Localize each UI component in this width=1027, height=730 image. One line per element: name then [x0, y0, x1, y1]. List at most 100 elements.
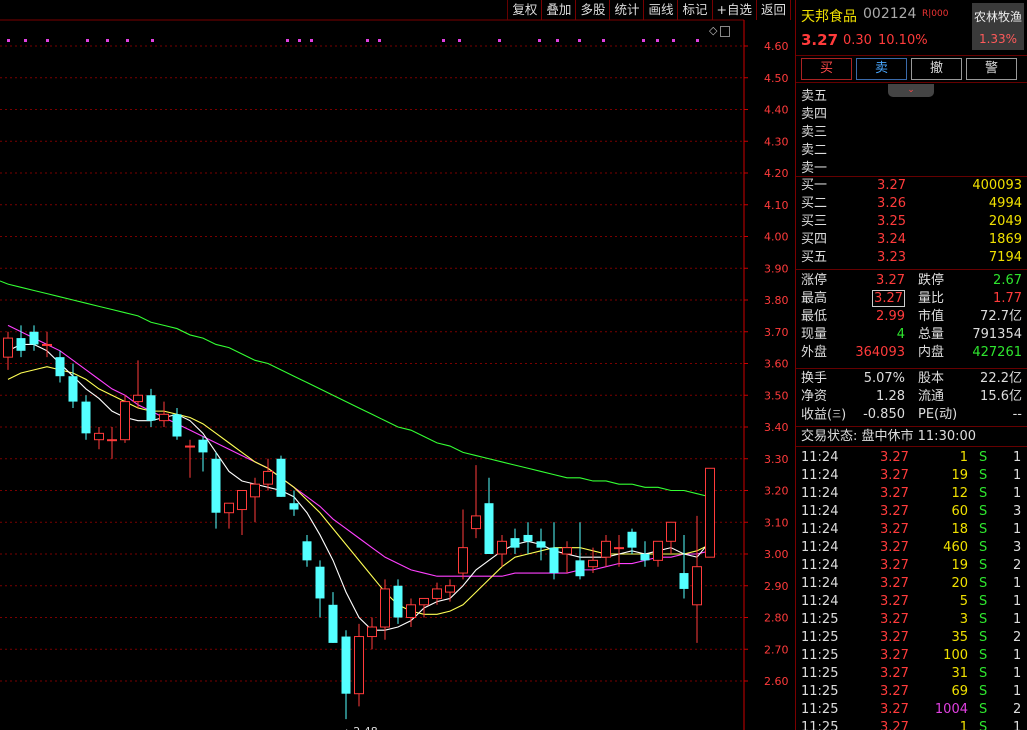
candle-body [29, 331, 39, 345]
ask-label: 卖三 [801, 125, 828, 140]
event-marker [378, 39, 381, 42]
kline-chart[interactable]: 4.60 4.50 4.40 4.30 4.20 4.10 4.00 3.90 3.80 3.70… [0, 0, 795, 730]
bid-label: 买二 [801, 196, 828, 211]
tick-time: 11:25 [801, 648, 839, 663]
stats-row: 外盘 364093 内盘 427261 [796, 344, 1027, 362]
tick-side: S [979, 468, 988, 483]
bid-row[interactable]: 买四 3.24 1869 [796, 231, 1027, 249]
tick-volume: 31 [951, 666, 968, 681]
candle-body [237, 490, 247, 511]
bid-row[interactable]: 买二 3.26 4994 [796, 195, 1027, 213]
stock-code: 002124 [863, 6, 917, 22]
tick-row: 11:24 3.27 19 S 1 [796, 467, 1027, 485]
tick-count: 2 [1013, 630, 1022, 645]
buy-button[interactable]: 买 [801, 58, 852, 80]
event-marker [538, 39, 541, 42]
tick-time: 11:24 [801, 594, 839, 609]
ma5-line [7, 343, 711, 631]
toolbar-draw-line-button[interactable]: 画线 [644, 0, 679, 20]
stats-row: 最高 3.27 量比 1.77 [796, 290, 1027, 308]
candle-body [367, 626, 377, 638]
toolbar-overlay-button[interactable]: 叠加 [542, 0, 577, 20]
toolbar-restore-rights-button[interactable]: 复权 [508, 0, 543, 20]
outer-volume-label: 外盘 [801, 345, 828, 360]
tick-time: 11:24 [801, 504, 839, 519]
bid-row[interactable]: 买三 3.25 2049 [796, 213, 1027, 231]
price-change-pct: 10.10% [878, 33, 928, 48]
event-marker [442, 39, 445, 42]
ask-row: 卖一 [796, 160, 1027, 178]
sector-change-pct: 1.33% [978, 32, 1018, 46]
tick-row: 11:25 3.27 35 S 2 [796, 629, 1027, 647]
sector-box[interactable]: 农林牧渔 1.33% [972, 3, 1024, 50]
tick-time: 11:25 [801, 702, 839, 717]
event-marker [656, 39, 659, 42]
kline-chart-area[interactable]: 4.60 4.50 4.40 4.30 4.20 4.10 4.00 3.90 3.80 3.70… [0, 0, 795, 730]
tick-price: 3.27 [880, 522, 909, 537]
tick-row: 11:24 3.27 18 S 1 [796, 521, 1027, 539]
candle-body [653, 540, 663, 561]
event-marker [366, 39, 369, 42]
panel-toggle-icon[interactable] [720, 25, 731, 37]
diamond-icon[interactable]: ◇ [709, 24, 717, 37]
tick-row: 11:24 3.27 12 S 1 [796, 485, 1027, 503]
tick-price: 3.27 [880, 684, 909, 699]
tick-time: 11:25 [801, 684, 839, 699]
bid-volume: 1869 [988, 232, 1022, 247]
ma60-line [7, 283, 711, 498]
tick-price: 3.27 [880, 648, 909, 663]
tick-list[interactable]: 11:24 3.27 1 S 1 11:24 3.27 19 S 1 11:24 3.27 12 S 1 11… [796, 447, 1027, 730]
tick-side: S [979, 684, 988, 699]
tick-side: S [979, 666, 988, 681]
candle-body [146, 395, 156, 421]
toolbar-statistics-button[interactable]: 统计 [610, 0, 645, 20]
candle-body [211, 458, 221, 513]
tick-row: 11:25 3.27 3 S 1 [796, 611, 1027, 629]
current-price: 3.27 [801, 31, 839, 49]
net-assets-label: 净资 [801, 389, 828, 404]
tick-price: 3.27 [880, 720, 909, 730]
tick-row: 11:24 3.27 20 S 1 [796, 575, 1027, 593]
toolbar-add-watchlist-button[interactable]: +自选 [713, 0, 757, 20]
tick-price: 3.27 [880, 558, 909, 573]
toolbar-back-button[interactable]: 返回 [757, 0, 791, 20]
y-tick-label: 4.10 [764, 199, 789, 212]
total-volume-value: 791354 [972, 327, 1022, 342]
current-volume-value: 4 [896, 327, 905, 342]
trade-buttons: 买 卖 撤 警 [796, 56, 1027, 83]
bid-row[interactable]: 买一 3.27 400093 [796, 177, 1027, 195]
candle-body [562, 547, 572, 555]
candle-body [159, 413, 169, 422]
event-marker [672, 39, 675, 42]
tick-volume: 69 [951, 684, 968, 699]
tick-side: S [979, 720, 988, 730]
bid-label: 买四 [801, 232, 828, 247]
y-tick-label: 3.40 [764, 421, 789, 434]
tick-side: S [979, 486, 988, 501]
tick-volume: 460 [943, 540, 968, 555]
bid-row[interactable]: 买五 3.23 7194 [796, 249, 1027, 267]
toolbar-multi-stock-button[interactable]: 多股 [576, 0, 611, 20]
ask-row: 卖五 [796, 88, 1027, 106]
sell-button[interactable]: 卖 [856, 58, 907, 80]
y-tick-label: 3.10 [764, 516, 789, 529]
tick-side: S [979, 504, 988, 519]
alert-button[interactable]: 警 [966, 58, 1017, 80]
cancel-order-button[interactable]: 撤 [911, 58, 962, 80]
current-volume-label: 现量 [801, 327, 828, 342]
y-tick-label: 4.60 [764, 40, 789, 53]
eps-label: 收益(三) [801, 407, 847, 423]
stats-row: 现量 4 总量 791354 [796, 326, 1027, 344]
y-tick-label: 4.40 [764, 104, 789, 117]
toolbar-mark-button[interactable]: 标记 [678, 0, 713, 20]
bid-price: 3.27 [877, 178, 906, 193]
candle-body [393, 585, 403, 618]
stats-row: 涨停 3.27 跌停 2.67 [796, 272, 1027, 290]
tick-row: 11:25 3.27 1004 S 2 [796, 701, 1027, 719]
y-tick-label: 3.70 [764, 326, 789, 339]
tick-count: 3 [1013, 504, 1022, 519]
event-marker [106, 39, 109, 42]
ma10-line [7, 366, 711, 615]
event-marker [498, 39, 501, 42]
tick-volume: 1004 [934, 702, 968, 717]
